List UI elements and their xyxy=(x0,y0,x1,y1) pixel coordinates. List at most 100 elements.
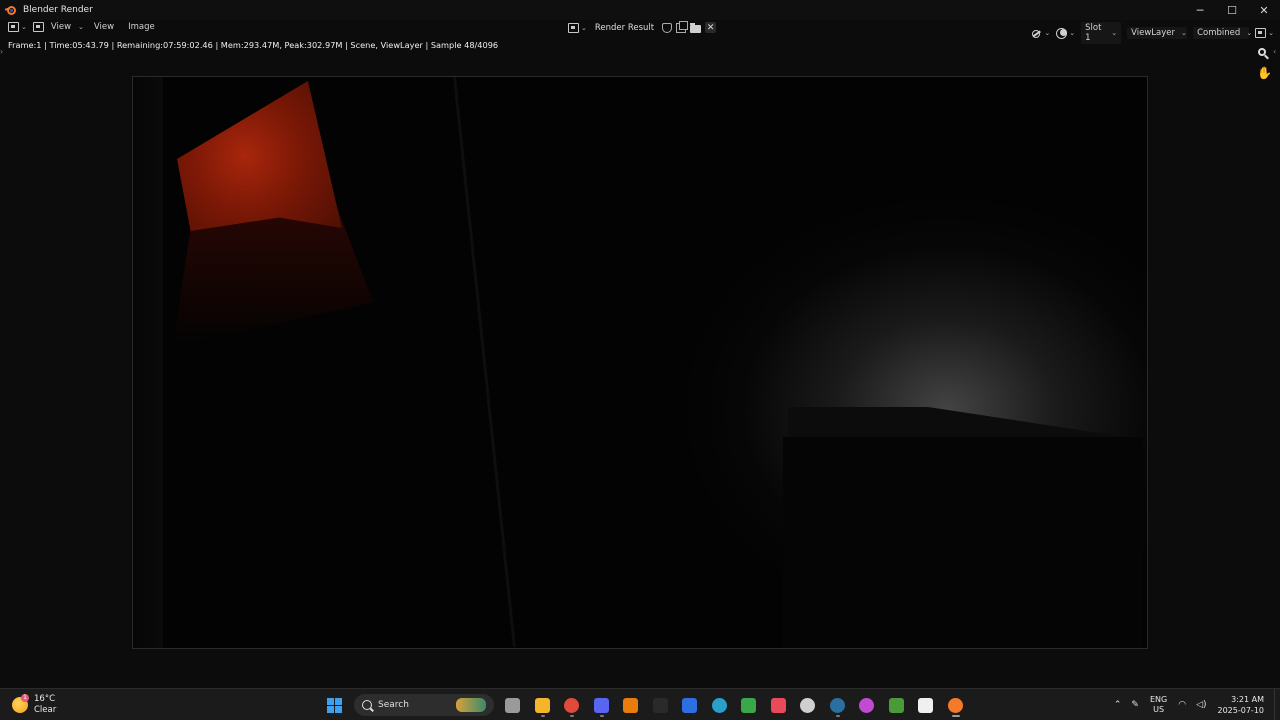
taskbar-app-discord[interactable] xyxy=(587,693,617,717)
github-like-icon xyxy=(800,697,816,713)
view-mode-selector[interactable]: View ⌄ xyxy=(32,22,84,32)
moon-weather-icon: 1 xyxy=(12,694,29,713)
close-button[interactable]: ✕ xyxy=(1248,0,1280,20)
chevron-down-icon: ⌄ xyxy=(1246,29,1253,37)
taskbar-app-task-view[interactable] xyxy=(498,693,528,717)
render-pole xyxy=(453,77,516,648)
search-icon xyxy=(362,700,372,710)
epic-games-icon xyxy=(652,697,668,713)
render-stats: Frame:1 | Time:05:43.79 | Remaining:07:5… xyxy=(8,40,499,50)
taskbar: 1 16°C Clear Search ⌃ ✎ ENG US ◠ ◁) 3:21… xyxy=(0,688,1280,720)
editor-type-selector[interactable]: ⌄ xyxy=(8,22,27,32)
render-pass-label: Combined xyxy=(1197,28,1241,38)
minecraft-icon xyxy=(888,697,904,713)
chevron-down-icon: ⌄ xyxy=(1044,29,1051,37)
taskbar-app-roblox-studio[interactable] xyxy=(675,693,705,717)
taskbar-app-steam[interactable] xyxy=(823,693,853,717)
title-bar: Blender Render ─ ☐ ✕ xyxy=(0,0,1280,20)
image-browse-icon xyxy=(568,22,579,33)
maximize-button[interactable]: ☐ xyxy=(1216,0,1248,20)
clock-time: 3:21 AM xyxy=(1231,695,1264,704)
taskbar-app-browser-globe[interactable] xyxy=(705,693,735,717)
overlay-toggle[interactable]: ⌄ xyxy=(1056,27,1076,39)
taskbar-app-blender[interactable] xyxy=(941,693,971,717)
view-layer-dropdown[interactable]: ViewLayer ⌄ xyxy=(1127,27,1188,39)
image-editor-header: ⌄ View ⌄ View Image ⌄ Render Result ✕ ⌄ … xyxy=(0,20,1280,44)
image-name-field[interactable]: Render Result xyxy=(591,23,658,33)
search-label: Search xyxy=(378,700,409,710)
chevron-down-icon: ⌄ xyxy=(21,23,27,31)
color-app-icon xyxy=(859,697,875,713)
taskbar-app-github-like[interactable] xyxy=(793,693,823,717)
toolbar-expand-icon[interactable]: › xyxy=(0,47,3,56)
unlink-image-icon[interactable]: ✕ xyxy=(705,22,717,33)
render-wall-shadow xyxy=(133,77,163,648)
show-hidden-icons-chevron-icon[interactable]: ⌃ xyxy=(1109,700,1127,710)
display-channels-icon xyxy=(1255,28,1267,38)
duplicate-icon[interactable] xyxy=(676,20,689,33)
weather-condition: Clear xyxy=(34,705,57,715)
browse-image-button[interactable]: ⌄ xyxy=(568,22,587,33)
system-tray: ⌃ ✎ ENG US ◠ ◁) 3:21 AM 2025-07-10 xyxy=(1109,689,1280,720)
show-desktop-button[interactable] xyxy=(1274,689,1280,720)
chevron-down-icon: ⌄ xyxy=(1268,29,1274,37)
blender-icon xyxy=(947,697,963,713)
taskbar-app-epic-games[interactable] xyxy=(646,693,676,717)
task-view-icon xyxy=(505,697,521,713)
taskbar-app-capcut[interactable] xyxy=(911,693,941,717)
fake-user-shield-icon[interactable] xyxy=(662,22,673,33)
view-mode-label: View xyxy=(50,22,72,32)
windows-start-icon[interactable] xyxy=(322,693,346,717)
lang-bottom: US xyxy=(1153,705,1165,714)
render-result-image[interactable] xyxy=(132,76,1148,649)
taskbar-search[interactable]: Search xyxy=(354,694,494,716)
gizmo-icon xyxy=(1031,28,1042,39)
view-layer-label: ViewLayer xyxy=(1131,28,1175,38)
volume-icon[interactable]: ◁) xyxy=(1191,700,1211,710)
blender-alt-icon xyxy=(623,697,639,713)
capcut-icon xyxy=(918,697,934,713)
minimize-button[interactable]: ─ xyxy=(1184,0,1216,20)
chevron-down-icon: ⌄ xyxy=(581,23,587,32)
menu-image[interactable]: Image xyxy=(124,22,159,32)
window-controls: ─ ☐ ✕ xyxy=(1184,0,1280,20)
taskbar-app-minecraft[interactable] xyxy=(882,693,912,717)
clock[interactable]: 3:21 AM 2025-07-10 xyxy=(1212,694,1275,716)
open-folder-icon[interactable] xyxy=(690,22,702,33)
browser-globe-icon xyxy=(711,697,727,713)
input-language[interactable]: ENG US xyxy=(1144,695,1173,715)
pen-icon[interactable]: ✎ xyxy=(1126,700,1144,710)
weather-widget[interactable]: 1 16°C Clear xyxy=(12,694,56,716)
weather-temp: 16°C xyxy=(34,694,56,704)
menu-view[interactable]: View xyxy=(90,22,118,32)
chevron-down-icon: ⌄ xyxy=(1181,29,1187,37)
display-channels-toggle[interactable]: ⌄ xyxy=(1255,28,1274,38)
render-pass-dropdown[interactable]: Combined ⌄ xyxy=(1193,27,1253,39)
chevron-down-icon: ⌄ xyxy=(1111,29,1118,37)
slot-dropdown[interactable]: Slot 1 ⌄ xyxy=(1081,22,1122,44)
clock-date: 2025-07-10 xyxy=(1217,706,1265,715)
weather-badge: 1 xyxy=(21,694,29,702)
taskbar-app-valorant[interactable] xyxy=(764,693,794,717)
pan-hand-icon[interactable]: ✋ xyxy=(1257,66,1272,80)
sidebar-expand-icon[interactable]: ‹ xyxy=(1273,47,1276,56)
zoom-icon[interactable] xyxy=(1257,47,1271,61)
render-box-body xyxy=(783,437,1143,648)
taskbar-app-blender-alt[interactable] xyxy=(616,693,646,717)
discord-icon xyxy=(593,697,609,713)
image-editor-icon xyxy=(8,22,19,32)
search-highlight-icon xyxy=(456,698,486,712)
steam-icon xyxy=(829,697,845,713)
taskbar-app-tree-app[interactable] xyxy=(734,693,764,717)
view-icon xyxy=(32,22,44,32)
wifi-icon[interactable]: ◠ xyxy=(1173,700,1191,710)
chevron-down-icon: ⌄ xyxy=(1069,29,1076,37)
taskbar-app-file-explorer[interactable] xyxy=(528,693,558,717)
taskbar-app-color-app[interactable] xyxy=(852,693,882,717)
roblox-studio-icon xyxy=(682,697,698,713)
gizmo-toggle[interactable]: ⌄ xyxy=(1031,28,1050,39)
taskbar-app-chrome[interactable] xyxy=(557,693,587,717)
tree-app-icon xyxy=(741,697,757,713)
lang-top: ENG xyxy=(1149,695,1168,704)
render-red-window xyxy=(177,81,342,231)
